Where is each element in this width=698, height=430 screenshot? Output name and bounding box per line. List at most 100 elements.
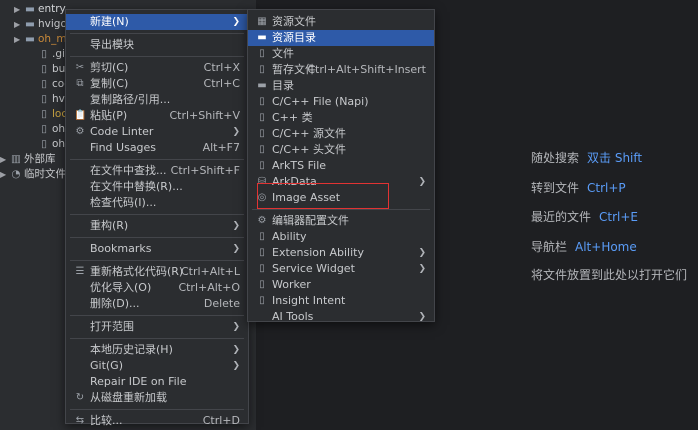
new-submenu-item[interactable]: ▯ 文件 — [248, 46, 434, 62]
new-submenu-item[interactable]: ▯ ArkTS File — [248, 158, 434, 174]
context-menu-item[interactable]: 重构(R) ❯ — [66, 218, 248, 234]
project-tree-item[interactable]: ▶ ◔ 临时文件 — [0, 167, 66, 182]
project-tree-item[interactable]: ▶ ▥ 外部库 — [0, 152, 56, 167]
new-submenu-item[interactable]: ▯ C/C++ 头文件 — [248, 142, 434, 158]
hint-shortcut: Alt+Home — [575, 240, 637, 254]
context-menu-item[interactable]: ⧉ 复制(C) Ctrl+C — [66, 76, 248, 92]
file-icon: ▯ — [41, 138, 47, 150]
menu-item-icon: ⇆ — [75, 415, 85, 426]
new-submenu-item[interactable]: ▯ Extension Ability ❯ — [248, 245, 434, 261]
context-menu-item[interactable]: 📋 粘贴(P) Ctrl+Shift+V — [66, 108, 248, 124]
project-tree-label: 临时文件 — [24, 168, 66, 180]
expand-arrow-icon[interactable]: ▶ — [14, 17, 24, 32]
context-menu-item[interactable]: 优化导入(O) Ctrl+Alt+O — [66, 280, 248, 296]
hint-shortcut: Ctrl+P — [587, 181, 626, 195]
menu-item-icon: ▦ — [257, 16, 267, 27]
new-submenu-item[interactable]: ▬ 资源目录 — [248, 30, 434, 46]
menu-item-label: 资源文件 — [272, 15, 316, 28]
new-submenu-item[interactable]: AI Tools ❯ — [248, 309, 434, 325]
hint-label: 导航栏 — [531, 240, 568, 254]
menu-item-label: Code Linter — [90, 125, 154, 138]
editor-hint: 将文件放置到此处以打开它们 — [531, 266, 687, 283]
context-menu-item[interactable]: Find Usages Alt+F7 — [66, 140, 248, 156]
context-menu-item[interactable]: 导出模块 — [66, 37, 248, 53]
project-tree-item[interactable]: ▶ ▬ hvigo — [14, 17, 67, 32]
context-menu: 新建(N) ❯ 导出模块 ✂ 剪切(C) Ctrl+X ⧉ 复制(C) Ctrl+C 复制路径/引… — [65, 9, 249, 427]
menu-item-label: 新建(N) — [90, 15, 129, 28]
menu-separator — [70, 409, 244, 410]
context-menu-item[interactable]: ⇆ 比较... Ctrl+D — [66, 413, 248, 429]
new-submenu-item[interactable]: ⚙ 编辑器配置文件 — [248, 213, 434, 229]
context-menu-item[interactable]: 删除(D)... Delete — [66, 296, 248, 312]
file-icon: ▯ — [41, 108, 47, 120]
context-menu-item[interactable]: 打开范围 ❯ — [66, 319, 248, 335]
menu-item-label: Git(G) — [90, 359, 123, 372]
menu-item-label: 资源目录 — [272, 31, 316, 44]
project-tree-item[interactable]: ▶ ▬ oh_m — [14, 32, 67, 47]
menu-item-icon: ⧉ — [76, 78, 84, 89]
expand-arrow-icon[interactable]: ▶ — [14, 32, 24, 47]
new-submenu-item[interactable]: ▯ Ability — [248, 229, 434, 245]
new-submenu-item[interactable]: ▦ 资源文件 — [248, 14, 434, 30]
context-menu-item[interactable]: ☰ 重新格式化代码(R) Ctrl+Alt+L — [66, 264, 248, 280]
menu-item-label: C/C++ 头文件 — [272, 143, 346, 156]
image-asset-highlight-box — [257, 183, 389, 209]
context-menu-item[interactable]: 复制路径/引用... — [66, 92, 248, 108]
menu-item-label: 目录 — [272, 79, 294, 92]
menu-item-label: 编辑器配置文件 — [272, 214, 349, 227]
menu-separator — [70, 260, 244, 261]
menu-item-icon: 📋 — [74, 110, 87, 121]
menu-item-shortcut: Ctrl+Alt+O — [178, 281, 240, 294]
expand-arrow-icon[interactable]: ▶ — [14, 2, 24, 17]
new-submenu-item[interactable]: ▯ C++ 类 — [248, 110, 434, 126]
editor-hint: 最近的文件 Ctrl+E — [531, 208, 638, 225]
context-menu-item[interactable]: 在文件中替换(R)... — [66, 179, 248, 195]
new-submenu-item[interactable]: ▯ Worker — [248, 277, 434, 293]
menu-item-label: 比较... — [90, 414, 123, 427]
chevron-right-icon: ❯ — [232, 17, 240, 27]
menu-separator — [70, 159, 244, 160]
context-menu-item[interactable]: 在文件中查找... Ctrl+Shift+F — [66, 163, 248, 179]
menu-separator — [252, 209, 430, 210]
file-icon: ▯ — [41, 48, 47, 60]
menu-item-label: 从磁盘重新加载 — [90, 391, 167, 404]
menu-item-label: ArkTS File — [272, 159, 327, 172]
menu-separator — [70, 214, 244, 215]
context-menu-item[interactable]: 检查代码(I)... — [66, 195, 248, 211]
menu-separator — [70, 33, 244, 34]
menu-item-icon: ▯ — [259, 231, 265, 242]
project-tree-item[interactable]: ▶ ▬ entry — [14, 2, 66, 17]
menu-separator — [70, 56, 244, 57]
context-menu-item[interactable]: ↻ 从磁盘重新加载 — [66, 390, 248, 406]
menu-item-shortcut: Ctrl+D — [202, 414, 240, 427]
menu-item-icon: ▬ — [257, 80, 267, 91]
hint-label: 转到文件 — [531, 181, 580, 195]
expand-arrow-icon[interactable]: ▶ — [0, 152, 10, 167]
new-submenu-item[interactable]: ▯ Service Widget ❯ — [248, 261, 434, 277]
hint-shortcut: 双击 Shift — [587, 151, 643, 165]
menu-item-label: 复制(C) — [90, 77, 129, 90]
menu-item-label: Find Usages — [90, 141, 157, 154]
new-submenu-item[interactable]: ▯ 暂存文件 Ctrl+Alt+Shift+Insert — [248, 62, 434, 78]
chevron-right-icon: ❯ — [418, 248, 426, 258]
context-menu-item[interactable]: 新建(N) ❯ — [66, 14, 248, 30]
context-menu-item[interactable]: Git(G) ❯ — [66, 358, 248, 374]
expand-arrow-icon[interactable]: ▶ — [0, 167, 10, 182]
folder-icon: ▬ — [25, 33, 35, 45]
menu-item-shortcut: Ctrl+Shift+V — [169, 109, 240, 122]
context-menu-item[interactable]: ✂ 剪切(C) Ctrl+X — [66, 60, 248, 76]
new-submenu-item[interactable]: ▬ 目录 — [248, 78, 434, 94]
menu-item-shortcut: Ctrl+Alt+L — [180, 265, 240, 278]
new-submenu-item[interactable]: ▯ C/C++ 源文件 — [248, 126, 434, 142]
chevron-right-icon: ❯ — [418, 177, 426, 187]
menu-item-icon: ▯ — [259, 144, 265, 155]
context-menu-item[interactable]: 本地历史记录(H) ❯ — [66, 342, 248, 358]
context-menu-item[interactable]: ⚙ Code Linter ❯ — [66, 124, 248, 140]
context-menu-item[interactable]: Repair IDE on File — [66, 374, 248, 390]
context-menu-item[interactable]: Bookmarks ❯ — [66, 241, 248, 257]
menu-item-icon: ▯ — [259, 128, 265, 139]
menu-item-label: 重新格式化代码(R) — [90, 265, 184, 278]
new-submenu-item[interactable]: ▯ C/C++ File (Napi) — [248, 94, 434, 110]
file-icon: ▯ — [41, 93, 47, 105]
new-submenu-item[interactable]: ▯ Insight Intent — [248, 293, 434, 309]
